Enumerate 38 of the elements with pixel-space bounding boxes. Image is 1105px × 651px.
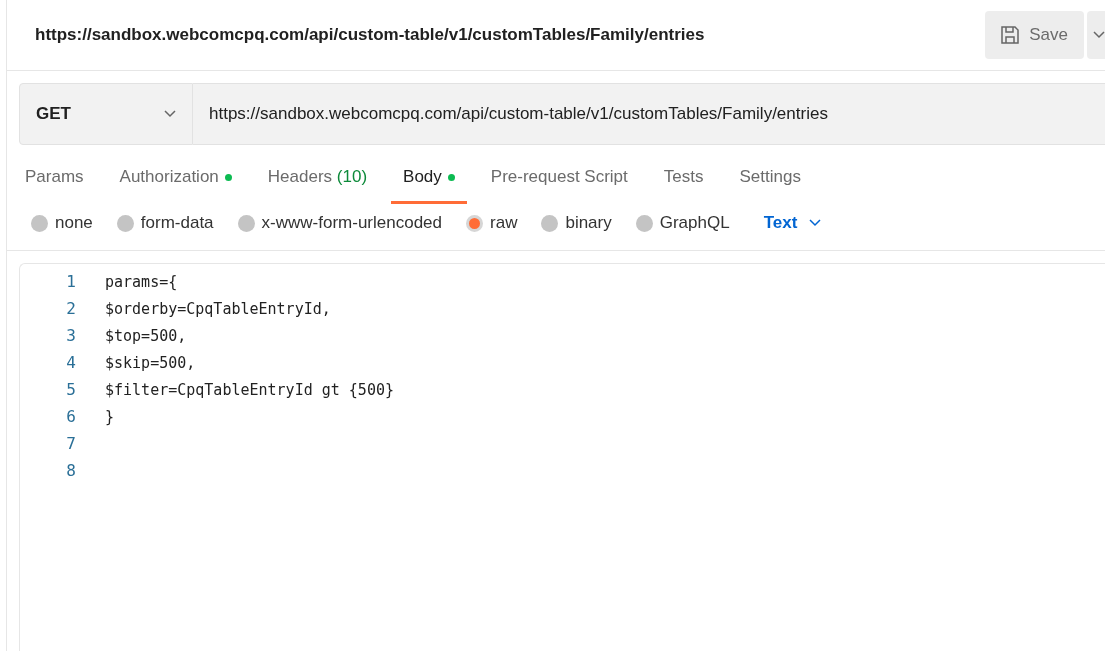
- tab[interactable]: Pre-request Script: [478, 155, 640, 204]
- tab[interactable]: Settings: [727, 155, 813, 204]
- code-line: params={: [105, 272, 178, 291]
- save-dropdown-button[interactable]: [1087, 11, 1105, 59]
- url-field[interactable]: https://sandbox.webcomcpq.com/api/custom-table/v1/customTables/Family/entries: [193, 83, 1105, 145]
- tab[interactable]: Headers (10): [255, 155, 380, 204]
- line-number: 4: [65, 353, 77, 372]
- body-type-radio[interactable]: x-www-form-urlencoded: [237, 213, 442, 233]
- line-number: 7: [65, 434, 77, 453]
- body-type-radio[interactable]: binary: [541, 213, 612, 233]
- body-type-radio[interactable]: form-data: [116, 213, 214, 233]
- code-editor[interactable]: 1 params={ 2 $orderby=CpqTableEntryId, 3 $top=500, 4 $skip=500, 5 $filter=CpqTableEntryId gt {500} 6 } 7 8: [19, 263, 1105, 651]
- tab[interactable]: Body: [391, 155, 467, 204]
- code-line: $filter=CpqTableEntryId gt {500}: [105, 380, 394, 399]
- line-number: 3: [65, 326, 77, 345]
- line-number: 8: [65, 461, 77, 480]
- line-number: 2: [65, 299, 77, 318]
- line-number: 5: [65, 380, 77, 399]
- format-dropdown[interactable]: Text: [757, 212, 828, 234]
- caret-icon: [164, 110, 176, 118]
- tab[interactable]: Tests: [651, 155, 716, 204]
- save-icon: [999, 24, 1022, 46]
- method-dropdown[interactable]: GET: [19, 83, 193, 145]
- code-line: $top=500,: [105, 326, 187, 345]
- code-line: $skip=500,: [105, 353, 196, 372]
- body-type-radio[interactable]: none: [31, 213, 93, 233]
- tab[interactable]: Authorization: [107, 155, 244, 204]
- body-type-radio[interactable]: GraphQL: [635, 213, 730, 233]
- request-title: https://sandbox.webcomcpq.com/api/custom-table/v1/customTables/Family/entries: [35, 25, 706, 45]
- code-line: $orderby=CpqTableEntryId,: [105, 299, 331, 318]
- body-type-radio[interactable]: raw: [466, 213, 518, 233]
- caret-icon: [809, 219, 822, 227]
- save-button[interactable]: Save: [985, 11, 1084, 59]
- tab[interactable]: Params: [13, 155, 96, 204]
- line-number: 6: [65, 407, 77, 426]
- code-line: }: [105, 407, 115, 426]
- line-number: 1: [65, 272, 77, 291]
- caret-icon: [1093, 31, 1105, 39]
